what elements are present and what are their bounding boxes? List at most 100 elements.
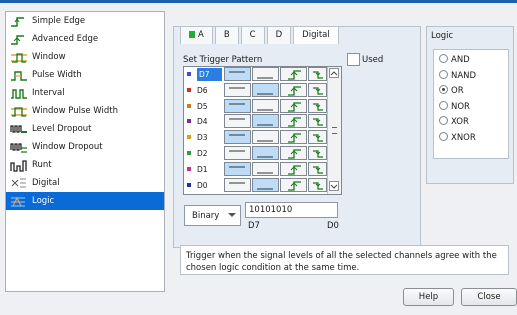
trigger-item-window-pulse-width[interactable]: Window Pulse Width xyxy=(6,102,164,120)
trigger-item-runt[interactable]: Runt xyxy=(6,156,164,174)
condition-rising-button[interactable] xyxy=(280,161,307,176)
trigger-item-label: Level Dropout xyxy=(32,124,92,134)
trigger-item-label: Digital xyxy=(32,178,60,188)
condition-rising-button[interactable] xyxy=(280,114,307,129)
window-top-edge xyxy=(0,0,517,3)
channel-row[interactable]: D1 xyxy=(184,161,341,177)
channel-color-icon xyxy=(187,119,191,124)
radio-button[interactable] xyxy=(439,54,448,63)
help-button[interactable]: Help xyxy=(403,288,454,306)
condition-either-button[interactable] xyxy=(308,82,327,97)
channel-row[interactable]: D7 xyxy=(184,67,341,82)
logic-option-label: AND xyxy=(451,55,470,65)
trigger-item-level-dropout[interactable]: Level Dropout xyxy=(6,120,164,138)
channel-tabs: A B C D Digital xyxy=(180,26,341,44)
condition-rising-button[interactable] xyxy=(280,130,307,145)
condition-low-button[interactable] xyxy=(252,114,279,129)
trigger-description: Trigger when the signal levels of all th… xyxy=(180,245,509,275)
radio-button[interactable] xyxy=(439,85,448,94)
trigger-item-window[interactable]: Window xyxy=(6,48,164,66)
logic-option-xor[interactable]: XOR xyxy=(439,116,469,128)
condition-either-button[interactable] xyxy=(308,98,327,113)
condition-either-button[interactable] xyxy=(308,161,327,176)
condition-either-button[interactable] xyxy=(308,177,327,192)
window-pulse-width-icon xyxy=(9,105,28,118)
condition-rising-button[interactable] xyxy=(280,82,307,97)
trigger-type-list[interactable]: Simple Edge Advanced Edge Window Pulse Widt… xyxy=(5,11,165,292)
window-dropout-icon xyxy=(9,141,28,154)
trigger-item-advanced-edge[interactable]: Advanced Edge xyxy=(6,30,164,48)
channel-enabled-icon xyxy=(189,31,195,38)
channel-row[interactable]: D5 xyxy=(184,98,341,114)
logic-option-and[interactable]: AND xyxy=(439,54,470,66)
used-label: Used xyxy=(362,55,384,65)
channel-row[interactable]: D4 xyxy=(184,114,341,129)
level-dropout-icon xyxy=(9,123,28,136)
condition-rising-button[interactable] xyxy=(280,67,307,81)
tab-c[interactable]: C xyxy=(240,26,265,44)
trigger-item-simple-edge[interactable]: Simple Edge xyxy=(6,12,164,30)
tab-a[interactable]: A xyxy=(180,26,213,44)
condition-low-button[interactable] xyxy=(252,82,279,97)
condition-high-button[interactable] xyxy=(224,146,251,160)
channel-row[interactable]: D6 xyxy=(184,82,341,98)
condition-low-button[interactable] xyxy=(252,130,279,145)
trigger-item-label: Window Pulse Width xyxy=(32,106,118,116)
radio-button[interactable] xyxy=(439,100,448,110)
trigger-item-interval[interactable]: Interval xyxy=(6,84,164,102)
logic-option-or[interactable]: OR xyxy=(439,85,464,97)
trigger-item-logic[interactable]: Logic xyxy=(6,192,164,210)
logic-option-xnor[interactable]: XNOR xyxy=(439,131,476,144)
condition-either-button[interactable] xyxy=(308,114,327,129)
condition-low-button[interactable] xyxy=(252,177,279,192)
logic-option-label: XNOR xyxy=(451,132,476,143)
trigger-item-pulse-width[interactable]: Pulse Width xyxy=(6,66,164,84)
condition-either-button[interactable] xyxy=(308,146,327,160)
channel-name: D7 xyxy=(197,68,222,81)
channel-row[interactable]: D3 xyxy=(184,130,341,145)
radio-button[interactable] xyxy=(439,116,448,125)
set-trigger-pattern-label: Set Trigger Pattern xyxy=(183,55,263,65)
condition-high-button[interactable] xyxy=(224,114,251,129)
tab-label: A xyxy=(198,30,204,40)
condition-low-button[interactable] xyxy=(252,161,279,176)
channel-color-icon xyxy=(187,72,191,76)
tab-b[interactable]: B xyxy=(214,26,239,44)
condition-low-button[interactable] xyxy=(252,146,279,160)
logic-option-nor[interactable]: NOR xyxy=(439,100,470,113)
logic-title: Logic xyxy=(431,31,454,41)
condition-rising-button[interactable] xyxy=(280,177,307,192)
condition-low-button[interactable] xyxy=(252,98,279,113)
channel-row[interactable]: D2 xyxy=(184,146,341,161)
logic-option-label: NAND xyxy=(451,70,477,81)
close-button[interactable]: Close xyxy=(461,288,517,306)
trigger-item-label: Simple Edge xyxy=(32,16,86,26)
pattern-format-select[interactable]: Binary xyxy=(184,205,241,226)
window-icon xyxy=(9,51,28,64)
condition-rising-button[interactable] xyxy=(280,98,307,113)
condition-high-button[interactable] xyxy=(224,130,251,145)
condition-high-button[interactable] xyxy=(224,177,251,192)
trigger-item-window-dropout[interactable]: Window Dropout xyxy=(6,138,164,156)
condition-low-button[interactable] xyxy=(252,67,279,81)
pattern-value-input[interactable]: 10101010 xyxy=(245,202,338,218)
condition-either-button[interactable] xyxy=(308,67,327,81)
logic-option-nand[interactable]: NAND xyxy=(439,69,477,82)
used-checkbox[interactable] xyxy=(347,53,360,66)
tab-d[interactable]: D xyxy=(266,26,292,44)
condition-high-button[interactable] xyxy=(224,82,251,97)
condition-rising-button[interactable] xyxy=(280,146,307,160)
channel-color-icon xyxy=(187,182,191,187)
channel-row[interactable]: D0 xyxy=(184,177,341,193)
tab-digital[interactable]: Digital xyxy=(293,26,339,44)
trigger-item-digital[interactable]: Digital xyxy=(6,174,164,192)
condition-high-button[interactable] xyxy=(224,67,251,81)
radio-button[interactable] xyxy=(439,69,448,79)
interval-icon xyxy=(9,87,28,100)
condition-either-button[interactable] xyxy=(308,130,327,145)
trigger-item-label: Window Dropout xyxy=(32,142,103,152)
logic-option-list: AND NAND OR NOR XOR XNOR xyxy=(433,49,509,159)
condition-high-button[interactable] xyxy=(224,98,251,113)
radio-button[interactable] xyxy=(439,131,448,141)
condition-high-button[interactable] xyxy=(224,161,251,176)
